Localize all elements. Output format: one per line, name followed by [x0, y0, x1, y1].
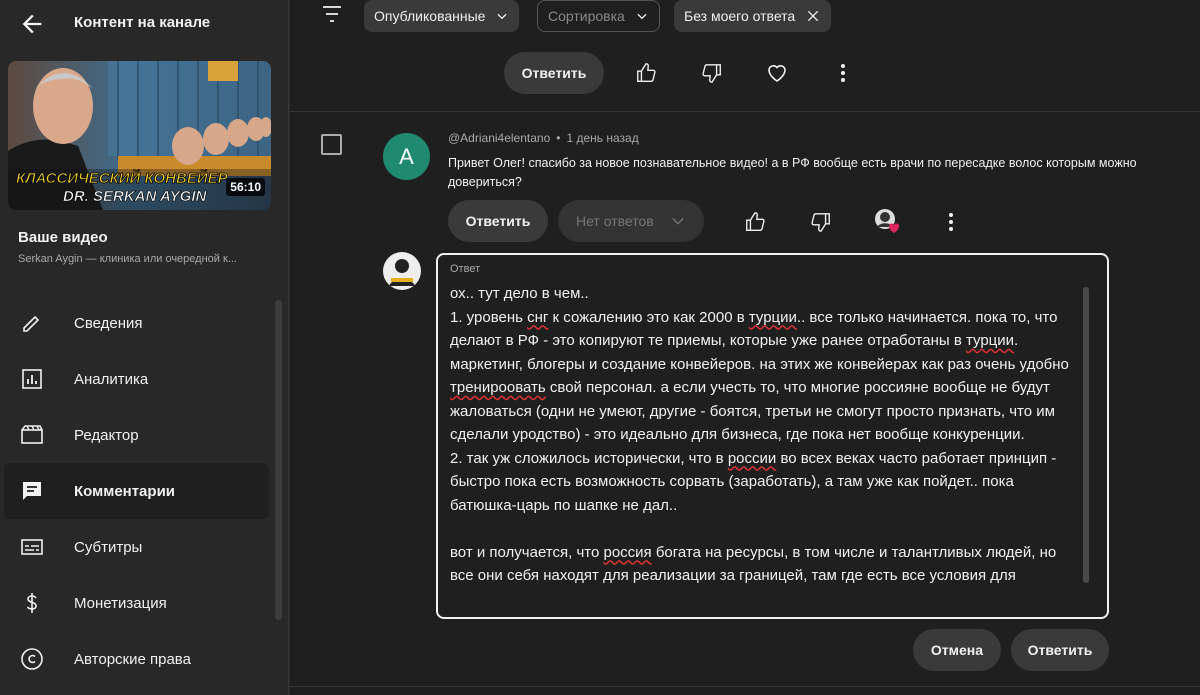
subtitles-icon — [20, 535, 44, 559]
reply-field-label: Ответ — [450, 263, 481, 275]
like-icon[interactable] — [741, 208, 769, 236]
sidebar-item-label: Редактор — [74, 426, 139, 444]
comment-meta: @Adriani4elentano • 1 день назад — [448, 131, 639, 145]
creator-heart-icon[interactable] — [873, 207, 901, 235]
copyright-icon — [20, 647, 44, 671]
chip-label: Без моего ответа — [684, 8, 796, 24]
comment-author[interactable]: @Adriani4elentano — [448, 131, 550, 145]
select-comment-checkbox[interactable] — [321, 134, 342, 155]
sidebar-title: Контент на канале — [74, 14, 211, 31]
cancel-button-label: Отмена — [930, 642, 984, 658]
divider — [290, 686, 1200, 687]
previous-comment-actions: Ответить — [290, 36, 1200, 112]
sidebar-item-editor[interactable]: Редактор — [0, 407, 275, 463]
commenter-avatar[interactable]: A — [383, 133, 430, 180]
sort-chip[interactable]: Сортировка — [537, 0, 660, 32]
close-icon — [808, 10, 819, 22]
meta-separator: • — [556, 131, 561, 145]
sidebar-item-monetization[interactable]: Монетизация — [0, 575, 275, 631]
sidebar: Контент на канале КЛАССИЧЕСКИЙ КОНВЕЙЕР … — [0, 0, 289, 695]
chevron-down-icon — [497, 13, 507, 20]
reply-button[interactable]: Ответить — [448, 200, 548, 242]
no-reply-filter-chip[interactable]: Без моего ответа — [674, 0, 832, 32]
sidebar-nav: Сведения Аналитика Редактор Комментарии … — [0, 295, 275, 687]
sidebar-item-label: Комментарии — [74, 482, 176, 500]
replies-dropdown[interactable]: Нет ответов — [558, 200, 704, 242]
sidebar-item-analytics[interactable]: Аналитика — [0, 351, 275, 407]
sidebar-item-details[interactable]: Сведения — [0, 295, 275, 351]
chevron-down-icon — [672, 217, 684, 225]
sidebar-item-label: Сведения — [74, 314, 143, 332]
video-label: Ваше видео — [18, 229, 108, 246]
reply-textarea[interactable]: Ответ ох.. тут дело в чем.. 1. уровень с… — [436, 253, 1109, 619]
reply-button-label: Ответить — [465, 213, 531, 229]
pencil-icon — [20, 311, 44, 335]
cancel-button[interactable]: Отмена — [913, 629, 1001, 671]
dollar-icon — [20, 591, 44, 615]
chip-label: Опубликованные — [374, 8, 486, 24]
replies-dropdown-label: Нет ответов — [576, 213, 654, 229]
dislike-icon[interactable] — [807, 208, 835, 236]
chip-label: Сортировка — [548, 8, 625, 24]
video-thumbnail[interactable]: КЛАССИЧЕСКИЙ КОНВЕЙЕР DR. SERKAN AYGIN 5… — [8, 61, 271, 210]
back-arrow-icon[interactable] — [18, 10, 46, 38]
sidebar-item-label: Субтитры — [74, 538, 143, 556]
sidebar-item-label: Авторские права — [74, 650, 191, 668]
comments-icon — [20, 479, 44, 503]
video-duration: 56:10 — [226, 178, 265, 196]
more-options-icon[interactable] — [937, 208, 965, 236]
comment-text: Привет Олег! спасибо за новое познавател… — [448, 156, 1137, 189]
sidebar-item-copyright[interactable]: Авторские права — [0, 631, 275, 687]
more-options-icon[interactable] — [829, 59, 857, 87]
my-channel-avatar — [383, 252, 421, 290]
sidebar-item-subtitles[interactable]: Субтитры — [0, 519, 275, 575]
comment-time[interactable]: 1 день назад — [566, 131, 638, 145]
editor-icon — [20, 423, 44, 447]
thumbnail-headline-1: КЛАССИЧЕСКИЙ КОНВЕЙЕР — [16, 169, 229, 187]
sidebar-item-label: Аналитика — [74, 370, 149, 388]
filter-icon[interactable] — [320, 2, 344, 26]
submit-reply-label: Ответить — [1027, 642, 1093, 658]
sidebar-scrollbar[interactable] — [275, 300, 282, 620]
sidebar-item-comments[interactable]: Комментарии — [4, 463, 269, 519]
analytics-icon — [20, 367, 44, 391]
submit-reply-button[interactable]: Ответить — [1011, 629, 1109, 671]
published-filter-chip[interactable]: Опубликованные — [364, 0, 520, 32]
reply-button[interactable]: Ответить — [504, 52, 604, 94]
sidebar-item-label: Монетизация — [74, 594, 167, 612]
reply-text-content[interactable]: ох.. тут дело в чем.. 1. уровень снг к с… — [450, 282, 1080, 607]
dislike-icon[interactable] — [698, 59, 726, 87]
video-title: Serkan Aygin — клиника или очередной к..… — [18, 253, 237, 265]
avatar-letter: A — [399, 143, 414, 169]
filter-bar: Опубликованные Сортировка Без моего отве… — [290, 0, 1200, 36]
reply-scrollbar[interactable] — [1083, 287, 1089, 583]
reply-button-label: Ответить — [521, 65, 587, 81]
sidebar-header: Контент на канале — [0, 0, 289, 48]
thumbnail-headline-2: DR. SERKAN AYGIN — [63, 188, 208, 205]
chevron-down-icon — [637, 13, 647, 20]
like-icon[interactable] — [632, 59, 660, 87]
heart-icon[interactable] — [763, 59, 791, 87]
